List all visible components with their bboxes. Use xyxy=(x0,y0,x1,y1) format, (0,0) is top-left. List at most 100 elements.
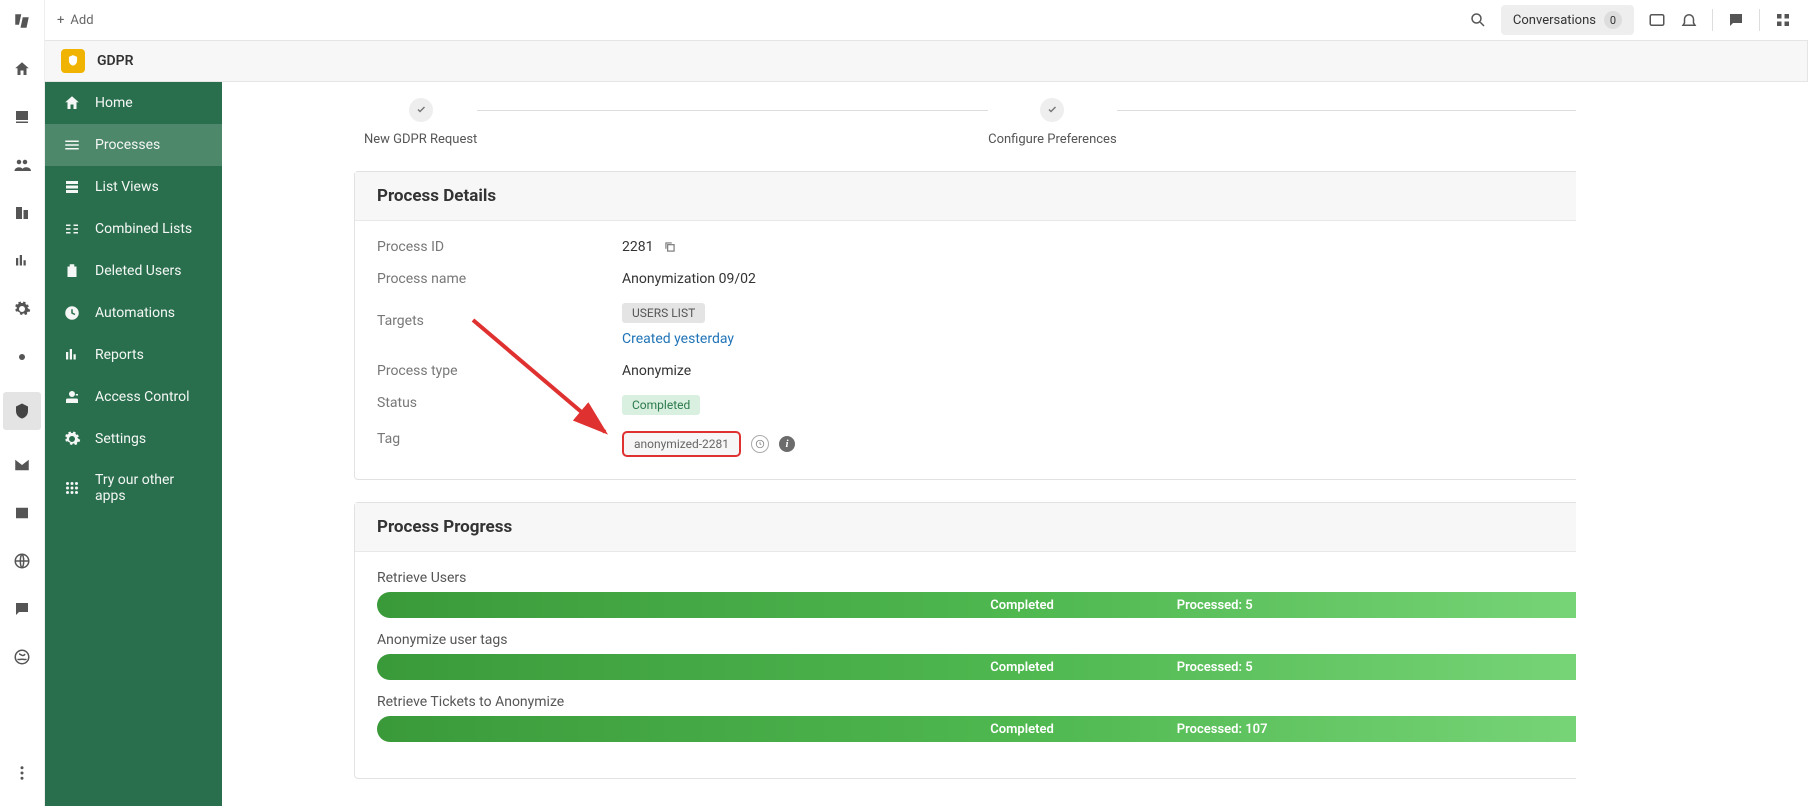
sidebar-item-other-apps[interactable]: Try our other apps xyxy=(45,460,222,516)
detail-label-status: Status xyxy=(377,395,622,411)
info-icon[interactable]: i xyxy=(779,436,795,452)
divider xyxy=(1712,9,1713,31)
conversations-count: 0 xyxy=(1604,11,1622,29)
add-label: Add xyxy=(70,13,93,28)
sidebar-item-label: Access Control xyxy=(95,389,190,405)
rail-org-icon[interactable] xyxy=(9,200,35,226)
stepper: New GDPR Request Configure Preferences 3… xyxy=(354,98,1690,147)
rail-people-icon[interactable] xyxy=(9,152,35,178)
detail-label-type: Process type xyxy=(377,363,622,379)
progress-status: Completed xyxy=(990,660,1054,675)
sidebar-item-label: Try our other apps xyxy=(95,472,204,504)
progress-row: Anonymize user tags Completed Processed:… xyxy=(377,632,1667,680)
divider xyxy=(1759,9,1760,31)
sidebar-item-label: Reports xyxy=(95,347,144,363)
progress-bar: Completed Processed: 107 xyxy=(377,716,1667,742)
step-configure[interactable]: Configure Preferences xyxy=(988,98,1117,147)
step-new-request[interactable]: New GDPR Request xyxy=(364,98,477,147)
gdpr-shield-icon xyxy=(61,49,85,73)
apps-icon[interactable] xyxy=(1774,11,1792,29)
rail-video-icon[interactable] xyxy=(9,500,35,526)
rail-settings-icon[interactable] xyxy=(9,296,35,322)
progress-title: Anonymize user tags xyxy=(377,632,1667,648)
progress-title: Retrieve Users xyxy=(377,570,1667,586)
comment-icon[interactable] xyxy=(1727,11,1745,29)
progress-status: Completed xyxy=(990,722,1054,737)
process-progress-card: Process Progress Retrieve Users Complete… xyxy=(354,502,1690,779)
sidebar-item-label: Deleted Users xyxy=(95,263,182,279)
clock-icon[interactable] xyxy=(751,435,769,453)
targets-pill: USERS LIST xyxy=(622,303,705,323)
step-label: New GDPR Request xyxy=(364,132,477,147)
step-line xyxy=(1117,110,1628,111)
check-icon xyxy=(409,98,433,122)
progress-processed: Processed: 5 xyxy=(1177,660,1253,675)
sidebar-item-home[interactable]: Home xyxy=(45,82,222,124)
sidebar-item-label: Home xyxy=(95,95,133,111)
rail-inbox-icon[interactable] xyxy=(9,104,35,130)
detail-label-tag: Tag xyxy=(377,431,622,447)
rail-globe-icon[interactable] xyxy=(9,548,35,574)
plus-icon: + xyxy=(57,13,64,28)
status-badge: Completed xyxy=(622,395,700,415)
sidebar-item-combined-lists[interactable]: Combined Lists xyxy=(45,208,222,250)
title-bar: GDPR xyxy=(45,40,1808,82)
messages-icon[interactable] xyxy=(1648,11,1666,29)
sidebar-item-label: Combined Lists xyxy=(95,221,192,237)
sidebar-item-deleted-users[interactable]: Deleted Users xyxy=(45,250,222,292)
sidebar-item-settings[interactable]: Settings xyxy=(45,418,222,460)
left-rail xyxy=(0,0,45,806)
copy-icon[interactable] xyxy=(663,240,677,254)
progress-row: Retrieve Tickets to Anonymize Completed … xyxy=(377,694,1667,742)
step-progress[interactable]: 3 Progress xyxy=(1627,98,1680,147)
sidebar-item-label: Processes xyxy=(95,137,160,153)
page-title: GDPR xyxy=(97,53,134,69)
rail-reports-icon[interactable] xyxy=(9,248,35,274)
rail-mail-icon[interactable] xyxy=(9,452,35,478)
process-name-value: Anonymization 09/02 xyxy=(622,271,756,287)
progress-bar: Completed Processed: 5 xyxy=(377,592,1667,618)
search-icon[interactable] xyxy=(1469,11,1487,29)
progress-processed: Processed: 107 xyxy=(1177,722,1268,737)
step-line xyxy=(477,110,988,111)
rail-more-icon[interactable] xyxy=(9,760,35,786)
card-header: Process Details xyxy=(355,172,1689,221)
sidebar-item-access-control[interactable]: Access Control xyxy=(45,376,222,418)
process-details-card: Process Details Process ID 2281 Process … xyxy=(354,171,1690,480)
rail-explore-icon[interactable] xyxy=(9,344,35,370)
rail-logo[interactable] xyxy=(9,8,35,34)
sidebar-item-label: List Views xyxy=(95,179,159,195)
bell-icon[interactable] xyxy=(1680,11,1698,29)
step-number: 3 xyxy=(1642,98,1666,122)
targets-link[interactable]: Created yesterday xyxy=(622,331,734,347)
step-label: Configure Preferences xyxy=(988,132,1117,147)
progress-row: Retrieve Users Completed Processed: 5 xyxy=(377,570,1667,618)
step-label: Progress xyxy=(1627,132,1680,147)
detail-label-name: Process name xyxy=(377,271,622,287)
detail-label-id: Process ID xyxy=(377,239,622,255)
rail-gdpr-icon[interactable] xyxy=(3,392,41,430)
sidebar-item-reports[interactable]: Reports xyxy=(45,334,222,376)
conversations-button[interactable]: Conversations 0 xyxy=(1501,5,1634,35)
process-type-value: Anonymize xyxy=(622,363,691,379)
sidebar-item-label: Automations xyxy=(95,305,175,321)
side-nav: Home Processes List Views Combined Lists… xyxy=(45,82,222,806)
progress-processed: Processed: 5 xyxy=(1177,598,1253,613)
conversations-label: Conversations xyxy=(1513,13,1596,28)
rail-earth-icon[interactable] xyxy=(9,644,35,670)
rail-chat-icon[interactable] xyxy=(9,596,35,622)
top-header: + Add Conversations 0 xyxy=(45,0,1808,40)
progress-status: Completed xyxy=(990,598,1054,613)
rail-home-icon[interactable] xyxy=(9,56,35,82)
progress-title: Retrieve Tickets to Anonymize xyxy=(377,694,1667,710)
add-button[interactable]: + Add xyxy=(57,13,94,28)
sidebar-item-automations[interactable]: Automations xyxy=(45,292,222,334)
sidebar-item-processes[interactable]: Processes xyxy=(45,124,222,166)
sidebar-item-label: Settings xyxy=(95,431,146,447)
process-id-value: 2281 xyxy=(622,239,653,255)
detail-label-targets: Targets xyxy=(377,303,622,329)
main-content: New GDPR Request Configure Preferences 3… xyxy=(222,82,1808,806)
sidebar-item-list-views[interactable]: List Views xyxy=(45,166,222,208)
tag-value: anonymized-2281 xyxy=(622,431,741,457)
card-header: Process Progress xyxy=(355,503,1689,552)
